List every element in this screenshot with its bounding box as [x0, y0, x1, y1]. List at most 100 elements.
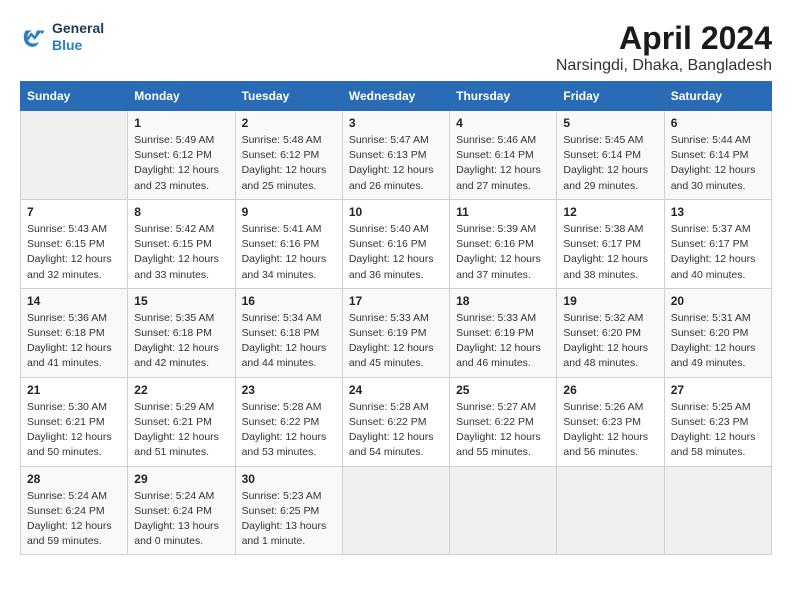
page-header: General Blue April 2024 Narsingdi, Dhaka… — [20, 20, 772, 75]
calendar-week-row: 21Sunrise: 5:30 AM Sunset: 6:21 PM Dayli… — [21, 377, 772, 466]
calendar-cell: 8 Sunrise: 5:42 AM Sunset: 6:15 PM Daylig… — [128, 199, 235, 288]
calendar-cell: 23 Sunrise: 5:28 AM Sunset: 6:22 PM Dayli… — [235, 377, 342, 466]
calendar-week-row: 28 Sunrise: 5:24 AM Sunset: 6:24 PM Dayli… — [21, 466, 772, 555]
calendar-cell: 15Sunrise: 5:35 AM Sunset: 6:18 PM Dayli… — [128, 288, 235, 377]
day-info: Sunrise: 5:42 AM Sunset: 6:15 PM Dayligh… — [134, 222, 228, 283]
day-number: 28 — [27, 472, 121, 486]
logo-text: General Blue — [52, 20, 104, 54]
day-info: Sunrise: 5:47 AM Sunset: 6:13 PM Dayligh… — [349, 133, 443, 194]
day-info: Sunrise: 5:33 AM Sunset: 6:19 PM Dayligh… — [349, 311, 443, 372]
day-number: 11 — [456, 205, 550, 219]
header-day: Tuesday — [235, 82, 342, 111]
day-number: 16 — [242, 294, 336, 308]
calendar-cell: 4 Sunrise: 5:46 AM Sunset: 6:14 PM Daylig… — [450, 111, 557, 200]
calendar-cell: 11 Sunrise: 5:39 AM Sunset: 6:16 PM Dayli… — [450, 199, 557, 288]
day-info: Sunrise: 5:27 AM Sunset: 6:22 PM Dayligh… — [456, 400, 550, 461]
day-info: Sunrise: 5:49 AM Sunset: 6:12 PM Dayligh… — [134, 133, 228, 194]
calendar-cell: 12 Sunrise: 5:38 AM Sunset: 6:17 PM Dayli… — [557, 199, 664, 288]
day-number: 17 — [349, 294, 443, 308]
month-title: April 2024 — [556, 20, 772, 57]
day-info: Sunrise: 5:24 AM Sunset: 6:24 PM Dayligh… — [134, 489, 228, 550]
calendar-cell: 24 Sunrise: 5:28 AM Sunset: 6:22 PM Dayli… — [342, 377, 449, 466]
calendar-cell: 26 Sunrise: 5:26 AM Sunset: 6:23 PM Dayli… — [557, 377, 664, 466]
calendar-cell: 18Sunrise: 5:33 AM Sunset: 6:19 PM Dayli… — [450, 288, 557, 377]
day-number: 2 — [242, 116, 336, 130]
day-number: 29 — [134, 472, 228, 486]
day-info: Sunrise: 5:26 AM Sunset: 6:23 PM Dayligh… — [563, 400, 657, 461]
calendar-week-row: 14Sunrise: 5:36 AM Sunset: 6:18 PM Dayli… — [21, 288, 772, 377]
day-info: Sunrise: 5:28 AM Sunset: 6:22 PM Dayligh… — [242, 400, 336, 461]
day-info: Sunrise: 5:38 AM Sunset: 6:17 PM Dayligh… — [563, 222, 657, 283]
logo: General Blue — [20, 20, 104, 54]
day-info: Sunrise: 5:23 AM Sunset: 6:25 PM Dayligh… — [242, 489, 336, 550]
day-info: Sunrise: 5:43 AM Sunset: 6:15 PM Dayligh… — [27, 222, 121, 283]
header-day: Sunday — [21, 82, 128, 111]
day-info: Sunrise: 5:31 AM Sunset: 6:20 PM Dayligh… — [671, 311, 765, 372]
calendar-cell: 1 Sunrise: 5:49 AM Sunset: 6:12 PM Daylig… — [128, 111, 235, 200]
day-number: 4 — [456, 116, 550, 130]
calendar-cell — [557, 466, 664, 555]
header-day: Monday — [128, 82, 235, 111]
day-info: Sunrise: 5:34 AM Sunset: 6:18 PM Dayligh… — [242, 311, 336, 372]
day-number: 8 — [134, 205, 228, 219]
day-info: Sunrise: 5:25 AM Sunset: 6:23 PM Dayligh… — [671, 400, 765, 461]
calendar-cell: 17 Sunrise: 5:33 AM Sunset: 6:19 PM Dayli… — [342, 288, 449, 377]
calendar-cell: 21Sunrise: 5:30 AM Sunset: 6:21 PM Dayli… — [21, 377, 128, 466]
calendar-cell: 2 Sunrise: 5:48 AM Sunset: 6:12 PM Daylig… — [235, 111, 342, 200]
day-number: 22 — [134, 383, 228, 397]
day-number: 3 — [349, 116, 443, 130]
calendar-week-row: 1 Sunrise: 5:49 AM Sunset: 6:12 PM Daylig… — [21, 111, 772, 200]
calendar-header: SundayMondayTuesdayWednesdayThursdayFrid… — [21, 82, 772, 111]
day-info: Sunrise: 5:39 AM Sunset: 6:16 PM Dayligh… — [456, 222, 550, 283]
day-number: 6 — [671, 116, 765, 130]
day-number: 12 — [563, 205, 657, 219]
header-day: Wednesday — [342, 82, 449, 111]
calendar-cell: 5Sunrise: 5:45 AM Sunset: 6:14 PM Daylig… — [557, 111, 664, 200]
header-day: Saturday — [664, 82, 771, 111]
day-number: 5 — [563, 116, 657, 130]
day-info: Sunrise: 5:28 AM Sunset: 6:22 PM Dayligh… — [349, 400, 443, 461]
header-day: Thursday — [450, 82, 557, 111]
day-info: Sunrise: 5:24 AM Sunset: 6:24 PM Dayligh… — [27, 489, 121, 550]
calendar-week-row: 7 Sunrise: 5:43 AM Sunset: 6:15 PM Daylig… — [21, 199, 772, 288]
day-number: 14 — [27, 294, 121, 308]
calendar-table: SundayMondayTuesdayWednesdayThursdayFrid… — [20, 81, 772, 555]
calendar-cell: 10Sunrise: 5:40 AM Sunset: 6:16 PM Dayli… — [342, 199, 449, 288]
day-number: 13 — [671, 205, 765, 219]
day-number: 18 — [456, 294, 550, 308]
calendar-cell: 9Sunrise: 5:41 AM Sunset: 6:16 PM Daylig… — [235, 199, 342, 288]
day-info: Sunrise: 5:37 AM Sunset: 6:17 PM Dayligh… — [671, 222, 765, 283]
day-info: Sunrise: 5:44 AM Sunset: 6:14 PM Dayligh… — [671, 133, 765, 194]
header-row: SundayMondayTuesdayWednesdayThursdayFrid… — [21, 82, 772, 111]
calendar-cell: 29 Sunrise: 5:24 AM Sunset: 6:24 PM Dayli… — [128, 466, 235, 555]
calendar-cell: 27 Sunrise: 5:25 AM Sunset: 6:23 PM Dayli… — [664, 377, 771, 466]
day-info: Sunrise: 5:48 AM Sunset: 6:12 PM Dayligh… — [242, 133, 336, 194]
day-number: 20 — [671, 294, 765, 308]
day-number: 26 — [563, 383, 657, 397]
calendar-cell — [21, 111, 128, 200]
day-number: 23 — [242, 383, 336, 397]
location-subtitle: Narsingdi, Dhaka, Bangladesh — [556, 57, 772, 75]
calendar-cell: 30 Sunrise: 5:23 AM Sunset: 6:25 PM Dayli… — [235, 466, 342, 555]
day-number: 30 — [242, 472, 336, 486]
day-number: 19 — [563, 294, 657, 308]
calendar-body: 1 Sunrise: 5:49 AM Sunset: 6:12 PM Daylig… — [21, 111, 772, 555]
calendar-cell: 19 Sunrise: 5:32 AM Sunset: 6:20 PM Dayli… — [557, 288, 664, 377]
calendar-cell: 13 Sunrise: 5:37 AM Sunset: 6:17 PM Dayli… — [664, 199, 771, 288]
calendar-cell — [450, 466, 557, 555]
day-number: 21 — [27, 383, 121, 397]
day-info: Sunrise: 5:46 AM Sunset: 6:14 PM Dayligh… — [456, 133, 550, 194]
day-number: 9 — [242, 205, 336, 219]
day-number: 25 — [456, 383, 550, 397]
logo-icon — [20, 23, 48, 51]
day-info: Sunrise: 5:32 AM Sunset: 6:20 PM Dayligh… — [563, 311, 657, 372]
day-info: Sunrise: 5:40 AM Sunset: 6:16 PM Dayligh… — [349, 222, 443, 283]
day-number: 24 — [349, 383, 443, 397]
day-info: Sunrise: 5:29 AM Sunset: 6:21 PM Dayligh… — [134, 400, 228, 461]
calendar-cell: 7 Sunrise: 5:43 AM Sunset: 6:15 PM Daylig… — [21, 199, 128, 288]
day-number: 7 — [27, 205, 121, 219]
calendar-cell: 22 Sunrise: 5:29 AM Sunset: 6:21 PM Dayli… — [128, 377, 235, 466]
day-number: 1 — [134, 116, 228, 130]
day-info: Sunrise: 5:35 AM Sunset: 6:18 PM Dayligh… — [134, 311, 228, 372]
day-number: 27 — [671, 383, 765, 397]
